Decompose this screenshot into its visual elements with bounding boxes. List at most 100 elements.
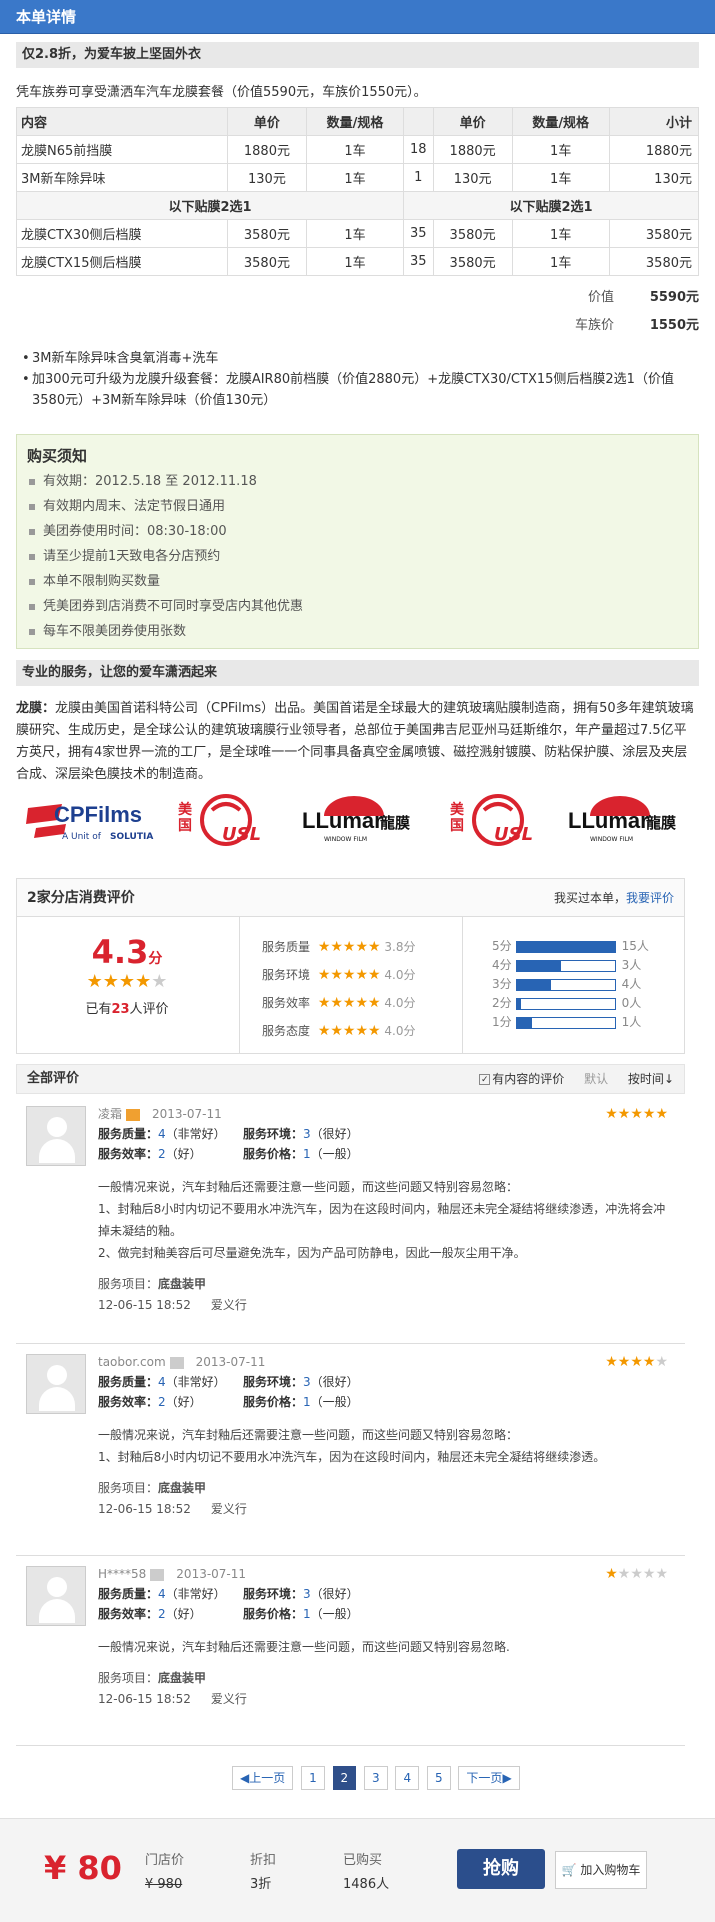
rating-value: 1 xyxy=(303,1607,311,1621)
page-button[interactable]: 1 xyxy=(301,1766,325,1790)
review-paragraph: 一般情况来说，汽车封釉后还需要注意一些问题，而这些问题又特别容易忽略. xyxy=(98,1640,510,1654)
review-shop[interactable]: 爱义行 xyxy=(211,1692,247,1706)
rating-label: 服务环境： xyxy=(243,1587,304,1601)
logo-text: WINDOW FILM xyxy=(590,836,634,843)
notice-item: 美团券使用时间：08:30-18:00 xyxy=(29,519,698,544)
cell: 18 xyxy=(403,135,434,164)
notice-item: 凭美团券到店消费不可同时享受店内其他优惠 xyxy=(29,594,698,619)
rating-value: 2 xyxy=(158,1147,166,1161)
vip-badge-icon xyxy=(126,1108,141,1121)
logo-text: WINDOW FILM xyxy=(324,836,368,843)
divider xyxy=(462,917,463,1053)
review-user-line: H****58 2013-07-11 ★★★★★ xyxy=(98,1564,668,1584)
dimension-value: 4.0分 xyxy=(384,996,416,1010)
review-text: 一般情况来说，汽车封釉后还需要注意一些问题，而这些问题又特别容易忽略： 1、封釉… xyxy=(98,1424,668,1468)
cell: 1车 xyxy=(305,163,405,192)
logo-text: SOLUTIA xyxy=(110,832,154,842)
checkbox-icon[interactable]: ✓ xyxy=(479,1074,491,1085)
rating-value: 3 xyxy=(303,1127,311,1141)
cell: 130元 xyxy=(226,163,308,192)
dimension-label: 服务态度 xyxy=(262,1024,311,1038)
review-paragraph: 一般情况来说，汽车封釉后还需要注意一些问题，而这些问题又特别容易忽略： xyxy=(98,1180,519,1194)
filter-with-content[interactable]: 有内容的评价 xyxy=(492,1072,564,1086)
review-count: 已有23人评价 xyxy=(17,998,237,1017)
review-content: H****58 2013-07-11 ★★★★★ 服务质量：4（非常好） 服务环境：3… xyxy=(98,1564,668,1710)
review-user[interactable]: taobor.com xyxy=(98,1355,166,1369)
review-user[interactable]: 凌霜 xyxy=(98,1107,122,1121)
buy-button[interactable]: 抢购 xyxy=(457,1849,545,1889)
rating-desc: （非常好） xyxy=(165,1587,226,1601)
prev-page-button[interactable]: ◀上一页 xyxy=(232,1766,294,1790)
review-shop[interactable]: 爱义行 xyxy=(211,1502,247,1516)
review-shop[interactable]: 爱义行 xyxy=(211,1298,247,1312)
total-label: 价值 xyxy=(587,290,614,305)
page-button-current[interactable]: 2 xyxy=(332,1766,357,1790)
score-unit: 分 xyxy=(148,951,163,967)
orig-value: ¥ 980 xyxy=(145,1877,183,1892)
dist-fill xyxy=(516,960,561,971)
service-item: 底盘装甲 xyxy=(158,1277,207,1291)
page-button[interactable]: 4 xyxy=(395,1766,420,1790)
cell: 3M新车除异味 xyxy=(16,163,228,192)
logo-text: 美国 xyxy=(178,802,192,834)
disc-value: 3折 xyxy=(250,1877,272,1892)
score-stars: ★★★★★ xyxy=(86,971,168,992)
rating-label: 服务环境： xyxy=(243,1375,304,1389)
service-item-label: 服务项目： xyxy=(98,1277,159,1291)
cell: 1880元 xyxy=(226,135,308,164)
notice-item: 每车不限美团券使用张数 xyxy=(29,619,698,644)
review-stars: ★★★★★ xyxy=(605,1566,668,1582)
col-header: 数量/规格 xyxy=(511,107,610,136)
rating-desc: （好） xyxy=(165,1395,202,1409)
rating-value: 2 xyxy=(158,1395,166,1409)
col-header: 小计 xyxy=(608,107,700,136)
cell: 35 xyxy=(403,219,434,248)
write-review-link[interactable]: 我要评价 xyxy=(626,891,674,905)
rating-label: 服务质量： xyxy=(98,1587,159,1601)
write-review: 我买过本单，我要评价 xyxy=(554,879,674,917)
cell: 130元 xyxy=(608,163,700,192)
page-button[interactable]: 3 xyxy=(364,1766,388,1790)
review-text: 一般情况来说，汽车封釉后还需要注意一些问题，而这些问题又特别容易忽略. xyxy=(98,1636,668,1658)
cell: 1车 xyxy=(511,247,610,276)
cell: 3580元 xyxy=(432,219,513,248)
total-price: 车族价 1550元 xyxy=(575,314,699,333)
arrow-down-icon: ↓ xyxy=(663,1072,674,1086)
cell: 1车 xyxy=(511,219,610,248)
review-summary-title: 2家分店消费评价 xyxy=(27,890,135,906)
prev-label: 上一页 xyxy=(249,1771,286,1785)
review-time: 12-06-15 18:52 xyxy=(98,1298,191,1312)
notice-item: 本单不限制购买数量 xyxy=(29,569,698,594)
cell: 1 xyxy=(403,163,434,192)
cell: 1车 xyxy=(305,247,405,276)
rating-label: 服务质量： xyxy=(98,1127,159,1141)
cell: 龙膜N65前挡膜 xyxy=(16,135,228,164)
cell: 3580元 xyxy=(432,247,513,276)
discount: 折扣 3折 xyxy=(250,1849,276,1897)
review-user[interactable]: H****58 xyxy=(98,1567,146,1581)
count-post: 人评价 xyxy=(129,1002,169,1017)
cell: 3580元 xyxy=(226,247,308,276)
score-number: 4.3 xyxy=(91,933,149,971)
rating-desc: （好） xyxy=(165,1607,202,1621)
review-stars: ★★★★★ xyxy=(605,1106,668,1122)
cart-label: 加入购物车 xyxy=(580,1863,641,1877)
review-meta: 服务项目：底盘装甲 12-06-15 18:52 爱义行 xyxy=(98,1274,668,1316)
orig-label: 门店价 xyxy=(145,1853,185,1868)
review-time: 12-06-15 18:52 xyxy=(98,1502,191,1516)
dist-label: 1分 xyxy=(492,1015,512,1029)
page-button[interactable]: 5 xyxy=(426,1766,451,1790)
rating-desc: （很好） xyxy=(310,1587,359,1601)
sort-default[interactable]: 默认 xyxy=(584,1072,608,1086)
col-header: 数量/规格 xyxy=(305,107,405,136)
service-item-label: 服务项目： xyxy=(98,1481,159,1495)
next-page-button[interactable]: 下一页▶ xyxy=(458,1766,520,1790)
cell: 龙膜CTX30侧后档膜 xyxy=(16,219,228,248)
review-stars: ★★★★★ xyxy=(605,1354,668,1370)
col-header xyxy=(403,107,434,136)
add-to-cart-button[interactable]: 🛒 加入购物车 xyxy=(555,1851,647,1889)
cell: 1车 xyxy=(511,163,610,192)
review-filters: ✓ 有内容的评价 默认 按时间↓ xyxy=(479,1065,674,1093)
dist-count: 15人 xyxy=(621,939,649,953)
sort-by-time[interactable]: 按时间 xyxy=(628,1072,664,1086)
